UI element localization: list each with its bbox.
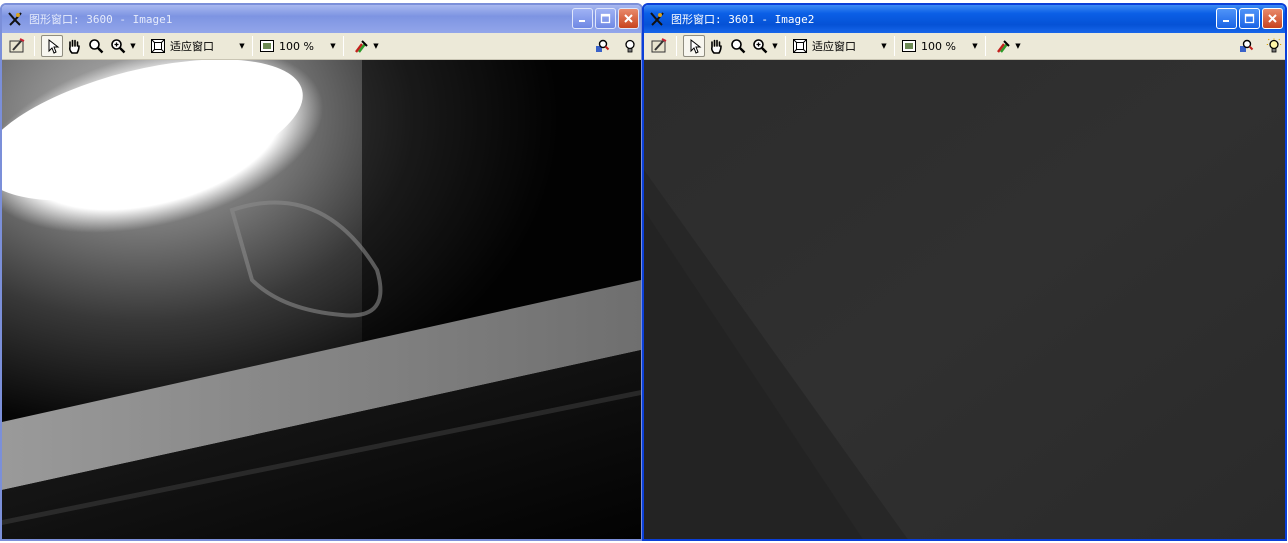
toolbar-separator: [34, 36, 35, 56]
fit-window-dropdown-arrow[interactable]: ▼: [880, 42, 888, 50]
window-title: 图形窗口: 3600 - Image1: [29, 13, 173, 26]
camera-image-image1: [2, 60, 641, 539]
toolbar-separator: [252, 36, 253, 56]
maximize-button[interactable]: [1239, 8, 1260, 29]
fit-window-label: 适应窗口: [812, 40, 856, 53]
inspect-button[interactable]: [1235, 35, 1257, 57]
fit-window-dropdown-arrow[interactable]: ▼: [238, 42, 246, 50]
zoom-button[interactable]: [85, 35, 107, 57]
zoom-button[interactable]: [727, 35, 749, 57]
color-dropdown-arrow[interactable]: ▼: [1014, 42, 1022, 50]
close-icon: [624, 14, 633, 23]
edit-icon: [651, 38, 667, 53]
bulb-button[interactable]: [619, 35, 641, 57]
edit-button[interactable]: [6, 35, 28, 57]
zoom-percent-label: 100 %: [921, 39, 956, 53]
zoom-percent-dropdown-arrow[interactable]: ▼: [971, 42, 979, 50]
halcon-window-icon: [6, 10, 24, 28]
fit-window-combo[interactable]: 适应窗口 ▼: [150, 35, 246, 57]
edit-icon: [9, 38, 25, 53]
toolbar-separator: [985, 36, 986, 56]
inspect-icon: [1240, 39, 1254, 52]
inspect-button[interactable]: [591, 35, 613, 57]
toolbar-separator: [785, 36, 786, 56]
toolbar: ▼ 适应窗口 ▼ 100 % ▼ ▼: [2, 33, 641, 60]
image-canvas-image2[interactable]: [644, 60, 1285, 539]
minimize-icon: [579, 20, 585, 22]
color-pick-icon: [997, 40, 1010, 53]
zoom-percent-label: 100 %: [279, 39, 314, 53]
maximize-icon: [600, 13, 611, 24]
pointer-button[interactable]: [41, 35, 63, 57]
zoom-dropdown-arrow[interactable]: ▼: [129, 42, 137, 50]
maximize-icon: [1244, 13, 1255, 24]
zoom-percent-combo[interactable]: 100 % ▼: [901, 35, 979, 57]
fit-window-label: 适应窗口: [170, 40, 214, 53]
bulb-button[interactable]: [1263, 35, 1285, 57]
close-button[interactable]: [1262, 8, 1283, 29]
fit-window-combo[interactable]: 适应窗口 ▼: [792, 35, 888, 57]
bulb-icon: [1266, 38, 1282, 53]
color-pick-button[interactable]: [992, 35, 1014, 57]
fit-window-icon: [151, 39, 165, 53]
toolbar: ▼ 适应窗口 ▼ 100 % ▼ ▼: [644, 33, 1285, 60]
color-pick-icon: [355, 40, 368, 53]
zoom-plus-button[interactable]: [749, 35, 771, 57]
zoom-percent-icon: [902, 40, 916, 52]
bulb-icon: [625, 39, 635, 53]
pan-hand-icon: [68, 39, 80, 54]
camera-image-image2: [644, 60, 1285, 539]
zoom-plus-icon: [753, 39, 768, 54]
maximize-button[interactable]: [595, 8, 616, 29]
zoom-dropdown-arrow[interactable]: ▼: [771, 42, 779, 50]
zoom-percent-combo[interactable]: 100 % ▼: [259, 35, 337, 57]
zoom-percent-dropdown-arrow[interactable]: ▼: [329, 42, 337, 50]
window-title: 图形窗口: 3601 - Image2: [671, 13, 815, 26]
minimize-button[interactable]: [572, 8, 593, 29]
image-canvas-image1[interactable]: [2, 60, 641, 539]
toolbar-separator: [676, 36, 677, 56]
pointer-icon: [690, 38, 702, 54]
zoom-icon: [89, 39, 104, 54]
toolbar-separator: [894, 36, 895, 56]
title-bar[interactable]: 图形窗口: 3601 - Image2: [644, 5, 1285, 33]
close-icon: [1268, 14, 1277, 23]
pan-hand-icon: [710, 39, 722, 54]
graphics-window-image2[interactable]: 图形窗口: 3601 - Image2 ▼ 适应窗口 ▼ 100 % ▼ ▼: [642, 3, 1287, 541]
halcon-window-icon: [648, 10, 666, 28]
minimize-button[interactable]: [1216, 8, 1237, 29]
graphics-window-image1[interactable]: 图形窗口: 3600 - Image1 ▼ 适应窗口 ▼ 100 % ▼ ▼: [0, 3, 643, 541]
zoom-percent-icon: [260, 40, 274, 52]
color-dropdown-arrow[interactable]: ▼: [372, 42, 380, 50]
fit-window-icon: [793, 39, 807, 53]
inspect-icon: [596, 39, 610, 52]
toolbar-separator: [343, 36, 344, 56]
zoom-plus-icon: [111, 39, 126, 54]
zoom-plus-button[interactable]: [107, 35, 129, 57]
pointer-button[interactable]: [683, 35, 705, 57]
pan-button[interactable]: [705, 35, 727, 57]
close-button[interactable]: [618, 8, 639, 29]
minimize-icon: [1223, 20, 1229, 22]
edit-button[interactable]: [648, 35, 670, 57]
color-pick-button[interactable]: [350, 35, 372, 57]
pointer-icon: [48, 38, 60, 54]
title-bar[interactable]: 图形窗口: 3600 - Image1: [2, 5, 641, 33]
toolbar-separator: [143, 36, 144, 56]
pan-button[interactable]: [63, 35, 85, 57]
zoom-icon: [731, 39, 746, 54]
